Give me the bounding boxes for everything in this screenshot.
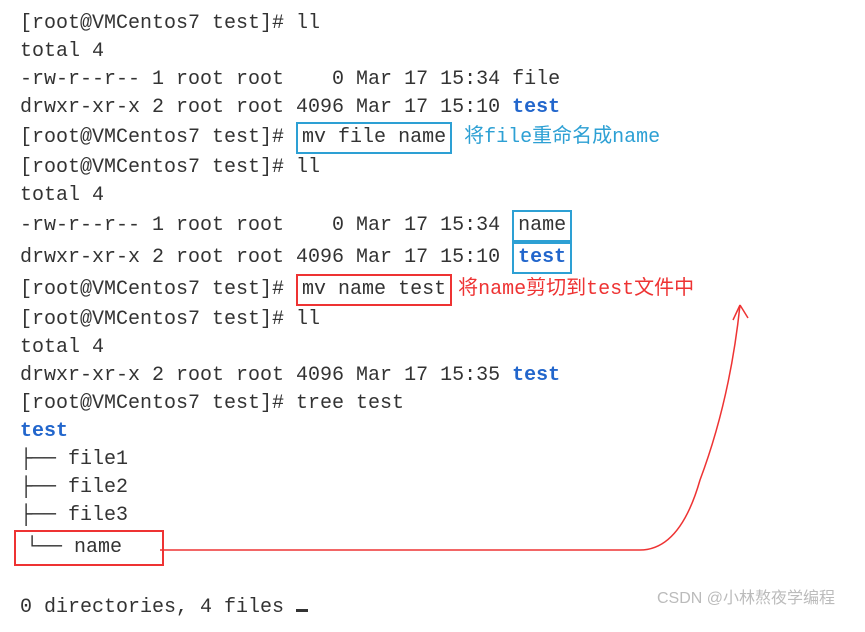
tree-file: ├── file2 [20,476,128,499]
prompt: [root@VMCentos7 test]# ll [20,12,320,35]
tree-root: test [20,418,845,446]
mv-command-box: mv name test [296,274,452,306]
prompt: [root@VMCentos7 test]# ll [20,156,320,179]
terminal-line: [root@VMCentos7 test]# tree test [20,390,845,418]
terminal-line: total 4 [20,182,845,210]
tree-item: ├── file2 [20,474,845,502]
tree-file: ├── file3 [20,504,128,527]
terminal-line: [root@VMCentos7 test]# mv file name 将file… [20,122,845,154]
terminal-line: [root@VMCentos7 test]# ll [20,306,845,334]
tree-item: └── name [20,530,845,566]
dir-row-prefix: drwxr-xr-x 2 root root 4096 Mar 17 15:35 [20,364,512,387]
tree-root-name: test [20,420,68,443]
terminal-line: -rw-r--r-- 1 root root 0 Mar 17 15:34 fi… [20,66,845,94]
terminal-line: -rw-r--r-- 1 root root 0 Mar 17 15:34 na… [20,210,845,242]
terminal-line: drwxr-xr-x 2 root root 4096 Mar 17 15:35… [20,362,845,390]
dir-row-prefix: drwxr-xr-x 2 root root 4096 Mar 17 15:10 [20,246,512,269]
prompt: [root@VMCentos7 test]# tree test [20,392,404,415]
total: total 4 [20,184,104,207]
tree-item: ├── file1 [20,446,845,474]
test-box: test [512,242,572,274]
terminal-line: total 4 [20,334,845,362]
summary: 0 directories, 4 files [20,596,296,619]
annotation-rename: 将file重命名成name [464,126,660,149]
terminal-line: drwxr-xr-x 2 root root 4096 Mar 17 15:10… [20,94,845,122]
terminal-line: total 4 [20,38,845,66]
dir-row-prefix: drwxr-xr-x 2 root root 4096 Mar 17 15:10 [20,96,512,119]
watermark: CSDN @小林熬夜学编程 [657,588,835,610]
file-row: -rw-r--r-- 1 root root 0 Mar 17 15:34 fi… [20,68,560,91]
prompt: [root@VMCentos7 test]# [20,278,296,301]
mv-command-box: mv file name [296,122,452,154]
total: total 4 [20,336,104,359]
terminal-line: [root@VMCentos7 test]# ll [20,154,845,182]
tree-item: ├── file3 [20,502,845,530]
dir-name: test [518,246,566,269]
file-row-prefix: -rw-r--r-- 1 root root 0 Mar 17 15:34 [20,214,512,237]
name-box: name [512,210,572,242]
prompt: [root@VMCentos7 test]# ll [20,308,320,331]
name-result-box: └── name [14,530,164,566]
prompt: [root@VMCentos7 test]# [20,126,296,149]
dir-name: test [512,96,560,119]
cursor [296,609,308,612]
terminal-line: [root@VMCentos7 test]# ll [20,10,845,38]
terminal-line: drwxr-xr-x 2 root root 4096 Mar 17 15:10… [20,242,845,274]
tree-file: ├── file1 [20,448,128,471]
terminal-line: [root@VMCentos7 test]# mv name test 将name… [20,274,845,306]
dir-name: test [512,364,560,387]
annotation-move: 将name剪切到test文件中 [458,278,694,301]
total: total 4 [20,40,104,63]
